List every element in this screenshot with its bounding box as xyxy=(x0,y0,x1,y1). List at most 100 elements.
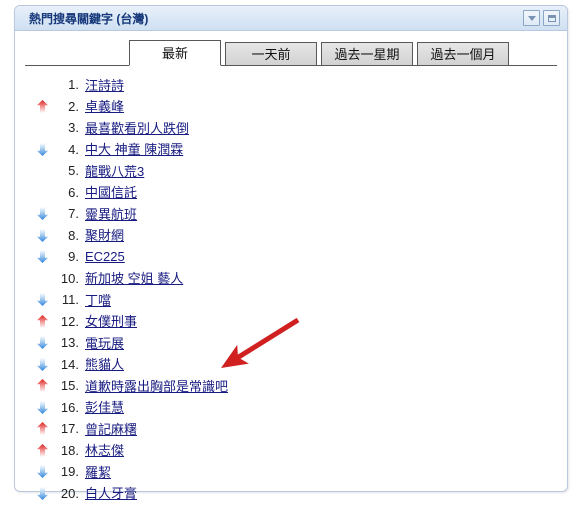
keyword-link[interactable]: 丁噹 xyxy=(85,293,111,308)
list-item-link-cell: 中國信託 xyxy=(85,182,137,202)
keyword-link[interactable]: 新加坡 空姐 藝人 xyxy=(85,271,183,286)
list-item-link-cell: 曾記麻糬 xyxy=(85,419,137,439)
trend-indicator xyxy=(31,293,53,307)
list-item: 3. 最喜歡看別人跌倒 xyxy=(15,117,567,139)
gadget-panel: 熱門搜尋關鍵字 (台灣) 最新 一天前 過去一星期 過去一個月 1. 汪詩詩 2. 卓… xyxy=(14,5,568,501)
list-item-rank: 7. xyxy=(68,206,79,222)
list-item-rank: 14. xyxy=(60,356,79,372)
list-item-link-cell: 聚財網 xyxy=(85,225,124,245)
list-item-link-cell: EC225 xyxy=(85,248,125,266)
keyword-link[interactable]: 最喜歡看別人跌倒 xyxy=(85,121,189,136)
list-item-link-cell: 白人牙膏 xyxy=(85,483,137,503)
list-item: 19. 羅絜 xyxy=(15,461,567,483)
list-item: 7. 靈異航班 xyxy=(15,203,567,225)
trend-down-icon xyxy=(36,400,48,414)
keyword-link[interactable]: 羅絜 xyxy=(85,465,111,480)
trend-down-icon xyxy=(36,228,48,242)
keyword-link[interactable]: 彭佳慧 xyxy=(85,400,124,415)
tab-past-month[interactable]: 過去一個月 xyxy=(417,42,509,66)
trend-indicator xyxy=(31,357,53,371)
list-item-link-cell: 林志傑 xyxy=(85,440,124,460)
trend-up-icon xyxy=(36,314,48,328)
trend-up-icon xyxy=(36,443,48,457)
trend-indicator xyxy=(31,185,53,199)
list-item: 9. EC225 xyxy=(15,246,567,268)
titlebar-actions xyxy=(523,10,560,26)
keyword-link[interactable]: 白人牙膏 xyxy=(85,486,137,501)
list-item-link-cell: 新加坡 空姐 藝人 xyxy=(85,268,183,288)
list-item: 10. 新加坡 空姐 藝人 xyxy=(15,268,567,290)
trend-down-icon xyxy=(36,357,48,371)
keyword-link[interactable]: 中大 神童 陳潤霖 xyxy=(85,142,183,157)
keyword-link[interactable]: 中國信託 xyxy=(85,185,137,200)
trend-indicator xyxy=(31,400,53,414)
list-item: 8. 聚財網 xyxy=(15,225,567,247)
trend-indicator xyxy=(31,207,53,221)
list-item: 4. 中大 神童 陳潤霖 xyxy=(15,139,567,161)
keyword-link[interactable]: 曾記麻糬 xyxy=(85,422,137,437)
keyword-link[interactable]: 靈異航班 xyxy=(85,207,137,222)
list-item-rank: 1. xyxy=(68,77,79,93)
trend-indicator xyxy=(31,250,53,264)
list-item: 17. 曾記麻糬 xyxy=(15,418,567,440)
list-item: 14. 熊貓人 xyxy=(15,354,567,376)
list-item-link-cell: 中大 神童 陳潤霖 xyxy=(85,139,183,159)
list-item-rank: 18. xyxy=(60,442,79,458)
keyword-link[interactable]: EC225 xyxy=(85,249,125,264)
trend-down-icon xyxy=(36,293,48,307)
list-item: 13. 電玩展 xyxy=(15,332,567,354)
chevron-down-glyph xyxy=(527,15,536,21)
trend-indicator xyxy=(31,314,53,328)
trend-indicator xyxy=(31,271,53,285)
trend-indicator xyxy=(31,164,53,178)
list-item-link-cell: 道歉時露出胸部是常識吧 xyxy=(85,376,228,396)
keyword-link[interactable]: 林志傑 xyxy=(85,443,124,458)
tab-one-day[interactable]: 一天前 xyxy=(225,42,317,66)
trend-up-icon xyxy=(36,422,48,436)
list-item: 6. 中國信託 xyxy=(15,182,567,204)
tab-list: 最新 一天前 過去一星期 過去一個月 xyxy=(129,40,513,66)
list-item-rank: 9. xyxy=(68,249,79,265)
keyword-link[interactable]: 女僕刑事 xyxy=(85,314,137,329)
list-item-rank: 19. xyxy=(60,464,79,480)
list-item: 11. 丁噹 xyxy=(15,289,567,311)
keyword-link[interactable]: 卓義峰 xyxy=(85,99,124,114)
tab-past-week[interactable]: 過去一星期 xyxy=(321,42,413,66)
list-item-rank: 4. xyxy=(68,141,79,157)
trend-indicator xyxy=(31,336,53,350)
trend-indicator xyxy=(31,78,53,92)
list-item: 12. 女僕刑事 xyxy=(15,311,567,333)
restore-icon[interactable] xyxy=(543,10,560,26)
trend-up-icon xyxy=(36,99,48,113)
dropdown-icon[interactable] xyxy=(523,10,540,26)
trend-indicator xyxy=(31,228,53,242)
list-item: 1. 汪詩詩 xyxy=(15,74,567,96)
list-item-rank: 20. xyxy=(60,485,79,501)
trend-indicator xyxy=(31,121,53,135)
keyword-link[interactable]: 龍戰八荒3 xyxy=(85,164,144,179)
list-item-rank: 10. xyxy=(60,270,79,286)
list-item-rank: 12. xyxy=(60,313,79,329)
list-item-link-cell: 電玩展 xyxy=(85,333,124,353)
list-item-link-cell: 彭佳慧 xyxy=(85,397,124,417)
list-item-link-cell: 女僕刑事 xyxy=(85,311,137,331)
keyword-link[interactable]: 汪詩詩 xyxy=(85,78,124,93)
trend-down-icon xyxy=(36,207,48,221)
keyword-link[interactable]: 道歉時露出胸部是常識吧 xyxy=(85,379,228,394)
trend-indicator xyxy=(31,99,53,113)
trend-indicator xyxy=(31,443,53,457)
list-item-link-cell: 最喜歡看別人跌倒 xyxy=(85,118,189,138)
list-item: 2. 卓義峰 xyxy=(15,96,567,118)
keyword-link[interactable]: 聚財網 xyxy=(85,228,124,243)
keyword-link[interactable]: 電玩展 xyxy=(85,336,124,351)
tab-latest[interactable]: 最新 xyxy=(129,40,221,66)
trend-indicator xyxy=(31,486,53,500)
panel-titlebar: 熱門搜尋關鍵字 (台灣) xyxy=(15,6,567,31)
list-item-rank: 16. xyxy=(60,399,79,415)
list-item-rank: 11. xyxy=(61,292,79,308)
list-item-link-cell: 汪詩詩 xyxy=(85,75,124,95)
keyword-link[interactable]: 熊貓人 xyxy=(85,357,124,372)
list-item-rank: 5. xyxy=(68,163,79,179)
list-item-rank: 8. xyxy=(68,227,79,243)
trend-indicator xyxy=(31,422,53,436)
